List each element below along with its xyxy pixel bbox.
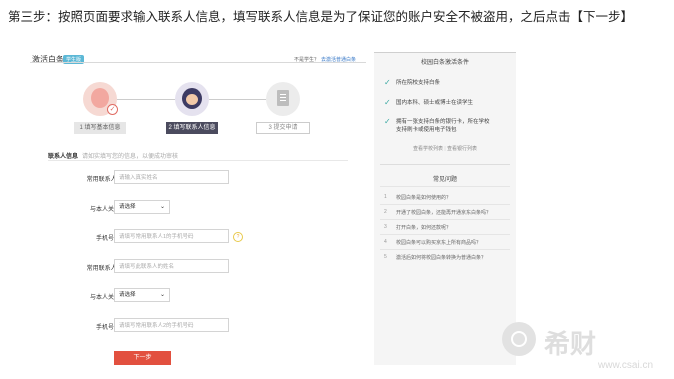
chevron-down-icon: ⌄: [159, 204, 165, 210]
condition-item: ✓ 国内本科、硕士或博士在读学生: [384, 98, 474, 107]
contact1-label: 常用联系人1: [86, 177, 120, 183]
relation2-value: 请选择: [119, 292, 136, 298]
relation2-select[interactable]: 请选择 ⌄: [114, 288, 170, 302]
phone2-label: 手机号码: [95, 325, 120, 331]
chevron-down-icon: ⌄: [159, 292, 165, 298]
check-icon: ✓: [384, 117, 391, 126]
step-progress: ✓ 1 填写基本信息 2 填写联系人信息 3 提交申请: [70, 82, 310, 137]
completed-check-icon: ✓: [107, 104, 118, 115]
check-icon: ✓: [384, 78, 391, 87]
next-step-button[interactable]: 下一步: [114, 351, 171, 365]
watermark-logo-icon: [502, 322, 536, 356]
contact2-label: 常用联系人2: [86, 266, 120, 272]
relation2-label: 与本人关系: [89, 295, 120, 301]
condition-item: ✓ 所在院校支持白条: [384, 78, 441, 87]
help-icon[interactable]: ?: [233, 232, 243, 242]
step3-label: 3 提交申请: [256, 122, 310, 134]
step3-document-icon: [266, 82, 300, 116]
faq-item[interactable]: 3 打开白条，如何还款呢？: [384, 224, 451, 231]
bank-list-link[interactable]: 查看银行列表: [447, 146, 477, 152]
relation1-value: 请选择: [119, 204, 136, 210]
section-divider: [48, 160, 348, 161]
faq-divider: [380, 204, 510, 205]
faq-item[interactable]: 4 校园白条可以购买京东上所有商品吗？: [384, 239, 481, 246]
faq-title: 常见问题: [432, 177, 457, 183]
faq-item[interactable]: 1 校园白条是如何使用的？: [384, 194, 451, 201]
step1-label: 1 填写基本信息: [74, 122, 126, 134]
step1-avatar-icon: ✓: [83, 82, 118, 116]
step2-avatar-icon: [175, 82, 209, 116]
phone2-input[interactable]: 请填写常用联系人2的手机号码: [114, 318, 229, 332]
faq-divider: [380, 249, 510, 250]
relation1-label: 与本人关系: [89, 207, 120, 213]
step2-label: 2 填写联系人信息: [166, 122, 218, 134]
sidebar-links: 查看学校列表 | 查看银行列表: [412, 146, 478, 152]
phone1-label: 手机号码: [95, 236, 120, 242]
instruction-caption: 第三步：按照页面要求输入联系人信息，填写联系人信息是为了保证您的账户安全不被盗用…: [8, 10, 634, 24]
relation1-select[interactable]: 请选择 ⌄: [114, 200, 170, 214]
header-divider: [30, 62, 366, 63]
watermark-url: www.csai.cn: [598, 360, 654, 371]
faq-divider: [380, 219, 510, 220]
step-connector: [117, 99, 175, 100]
activation-panel: 激活白条 学生版 不是学生？ 去激活普通白条 ✓ 1 填写基本信息 2 填写联系人…: [30, 52, 366, 379]
faq-divider: [380, 186, 510, 187]
contact2-name-input[interactable]: 请填写此联系人的姓名: [114, 259, 229, 273]
condition-item: ✓ 拥有一张支持白条的银行卡，所在学校支持刷卡或使用电子钱包: [384, 117, 490, 134]
watermark-name: 希财: [544, 329, 597, 359]
sidebar-panel: 校园白条激活条件 ✓ 所在院校支持白条 ✓ 国内本科、硕士或博士在读学生 ✓ 拥…: [374, 52, 516, 365]
sidebar-divider: [380, 164, 510, 165]
phone1-input[interactable]: 请填写常用联系人1的手机号码: [114, 229, 229, 243]
faq-item[interactable]: 5 激活后如何将校园白条转换为普通白条？: [384, 254, 486, 261]
school-list-link[interactable]: 查看学校列表: [413, 146, 443, 152]
conditions-title: 校园白条激活条件: [374, 52, 516, 73]
section-title: 联系人信息 请如实填写您的信息，以便成功审核: [48, 151, 178, 160]
contact1-name-input[interactable]: 请输入真实姓名: [114, 170, 229, 184]
page-title: 激活白条: [32, 55, 64, 64]
check-icon: ✓: [384, 98, 391, 107]
faq-item[interactable]: 2 开通了校园白条，还能再开通京东白条吗？: [384, 209, 491, 216]
step-connector: [209, 99, 266, 100]
faq-divider: [380, 234, 510, 235]
